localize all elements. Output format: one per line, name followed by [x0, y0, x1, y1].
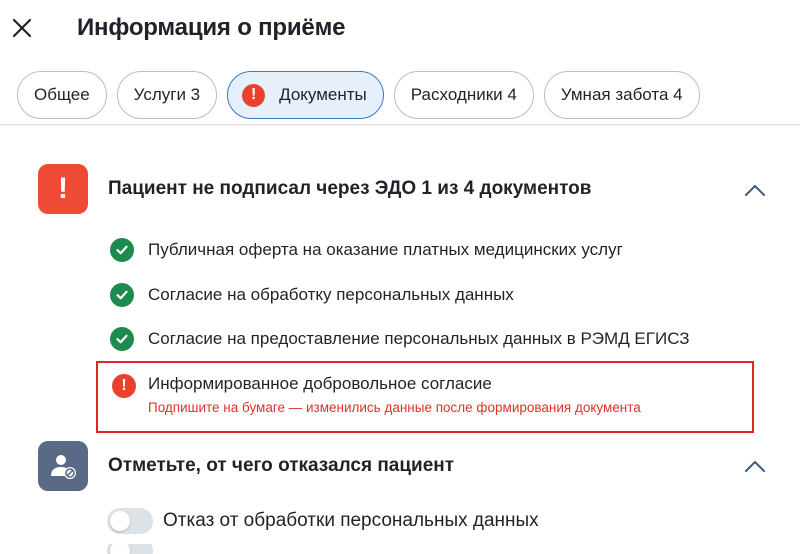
document-label: Публичная оферта на оказание платных мед…: [148, 240, 623, 259]
document-item: Согласие на предоставление персональных …: [110, 326, 690, 352]
tab-divider: [0, 124, 800, 125]
toggle-label: Отказ от обработки персональных данных: [163, 510, 539, 531]
tab-consumables[interactable]: Расходники 4: [393, 71, 534, 119]
header: Информация о приёме: [0, 0, 800, 58]
document-label: Информированное добровольное согласие: [148, 374, 492, 393]
document-label: Согласие на предоставление персональных …: [148, 329, 690, 348]
tab-label: Документы: [279, 85, 367, 104]
exclamation-icon: !: [242, 83, 266, 107]
check-icon: [110, 327, 134, 351]
documents-section-title: Пациент не подписал через ЭДО 1 из 4 док…: [108, 178, 592, 199]
refusal-section-title: Отметьте, от чего отказался пациент: [108, 455, 455, 476]
toggle-knob: [110, 544, 130, 554]
chevron-up-icon: [745, 461, 765, 472]
tab-general[interactable]: Общее: [17, 71, 107, 119]
close-button[interactable]: [8, 10, 36, 46]
chevron-up-icon: [745, 185, 765, 196]
document-label: Согласие на обработку персональных данны…: [148, 285, 514, 304]
refusal-toggle-row-partial: [107, 544, 153, 554]
collapse-documents-button[interactable]: [742, 180, 768, 200]
warning-icon: !: [38, 164, 88, 214]
collapse-refusal-button[interactable]: [742, 456, 768, 476]
document-item-error: ! Информированное добровольное согласие …: [96, 361, 754, 433]
exclamation-icon: !: [112, 374, 136, 398]
page-title: Информация о приёме: [77, 14, 346, 41]
refusal-toggle[interactable]: [107, 544, 153, 554]
tab-bar: Общее Услуги 3 ! Документы Расходники 4 …: [17, 71, 700, 119]
tab-label: Услуги 3: [133, 85, 201, 104]
tab-label: Общее: [34, 85, 90, 104]
document-item: Публичная оферта на оказание платных мед…: [110, 237, 623, 263]
refusal-toggle[interactable]: [107, 508, 153, 534]
document-item: Согласие на обработку персональных данны…: [110, 282, 514, 308]
tab-smart-care[interactable]: Умная забота 4: [543, 71, 700, 119]
refusal-toggle-row: Отказ от обработки персональных данных: [107, 506, 539, 536]
tab-documents[interactable]: ! Документы: [227, 71, 384, 119]
error-message: Подпишите на бумаге — изменились данные …: [148, 400, 641, 415]
close-icon: [12, 18, 32, 38]
toggle-knob: [110, 511, 130, 531]
user-blocked-icon: [38, 441, 88, 491]
check-icon: [110, 283, 134, 307]
check-icon: [110, 238, 134, 262]
tab-services[interactable]: Услуги 3: [116, 71, 218, 119]
tab-label: Расходники 4: [410, 85, 517, 104]
tab-label: Умная забота 4: [560, 85, 683, 104]
